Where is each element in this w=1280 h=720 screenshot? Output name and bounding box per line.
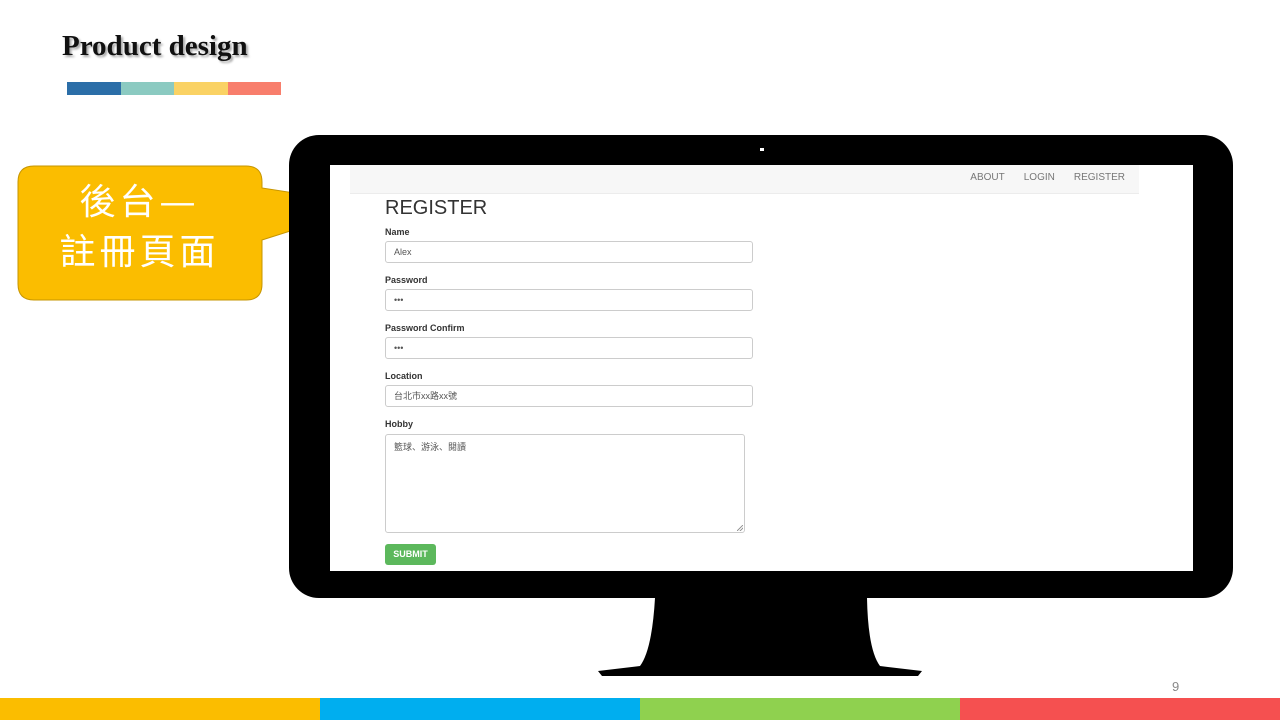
- navbar: ABOUT LOGIN REGISTER: [350, 165, 1139, 194]
- resize-handle[interactable]: [737, 525, 743, 531]
- location-input[interactable]: 台北市xx路xx號: [385, 385, 753, 407]
- page-number: 9: [1172, 679, 1180, 694]
- monitor-screen: ABOUT LOGIN REGISTER REGISTER Name Alex …: [330, 165, 1193, 571]
- name-input[interactable]: Alex: [385, 241, 753, 263]
- password-input[interactable]: •••: [385, 289, 753, 311]
- submit-button[interactable]: SUBMIT: [385, 544, 436, 565]
- footer-segment-yellow: [0, 698, 320, 720]
- nav-about-link[interactable]: ABOUT: [970, 172, 1004, 183]
- nav-login-link[interactable]: LOGIN: [1024, 172, 1055, 183]
- password-confirm-label: Password Confirm: [385, 323, 465, 333]
- camera-dot: [760, 148, 764, 151]
- password-label: Password: [385, 275, 428, 285]
- footer-segment-blue: [320, 698, 640, 720]
- footer-segment-red: [960, 698, 1280, 720]
- name-label: Name: [385, 227, 410, 237]
- footer-color-bar: [0, 698, 1280, 720]
- nav-links: ABOUT LOGIN REGISTER: [970, 172, 1125, 183]
- password-confirm-input[interactable]: •••: [385, 337, 753, 359]
- location-label: Location: [385, 371, 423, 381]
- footer-segment-green: [640, 698, 960, 720]
- nav-register-link[interactable]: REGISTER: [1074, 172, 1125, 183]
- hobby-text: 籃球、游泳、閱讀: [394, 442, 467, 452]
- hobby-label: Hobby: [385, 419, 413, 429]
- hobby-textarea[interactable]: 籃球、游泳、閱讀: [385, 434, 745, 533]
- register-heading: REGISTER: [385, 197, 488, 219]
